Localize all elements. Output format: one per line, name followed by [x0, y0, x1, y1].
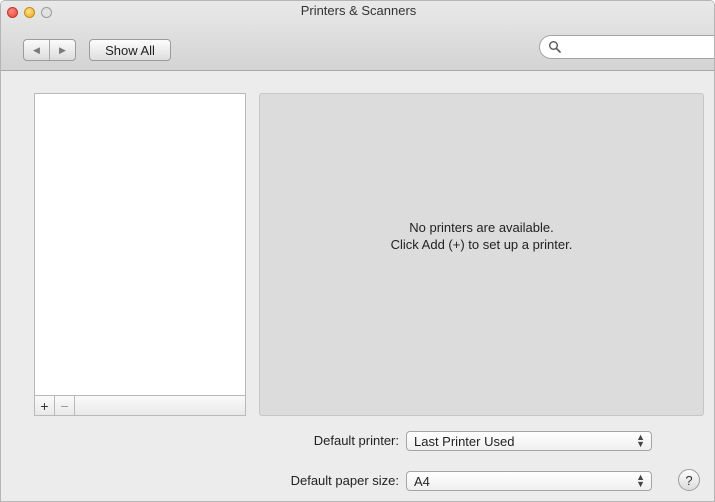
back-arrow-icon: ◀ — [33, 44, 40, 55]
magnifier-icon — [549, 41, 561, 53]
default-paper-size-select[interactable]: A4 ▲ ▼ — [406, 471, 652, 491]
forward-button[interactable]: ▶ — [49, 40, 75, 60]
help-button[interactable]: ? — [678, 469, 700, 491]
select-arrows-icon: ▲ ▼ — [636, 432, 645, 449]
default-paper-size-value: A4 — [414, 473, 430, 489]
default-printer-label: Default printer: — [313, 433, 399, 448]
printers-scanners-window: Printers & Scanners ◀ ▶ Show All + − No … — [0, 0, 715, 502]
add-printer-button[interactable]: + — [35, 396, 55, 415]
title-bar: Printers & Scanners ◀ ▶ Show All — [1, 1, 714, 71]
default-printer-value: Last Printer Used — [414, 433, 515, 449]
back-forward-control: ◀ ▶ — [23, 39, 76, 61]
search-input[interactable] — [564, 39, 714, 57]
show-all-button[interactable]: Show All — [89, 39, 171, 61]
search-field[interactable] — [539, 35, 714, 59]
default-printer-select[interactable]: Last Printer Used ▲ ▼ — [406, 431, 652, 451]
select-arrows-icon: ▲ ▼ — [636, 472, 645, 489]
back-button[interactable]: ◀ — [24, 40, 49, 60]
printer-list[interactable] — [34, 93, 246, 396]
empty-state-message: No printers are available. Click Add (+)… — [260, 219, 703, 253]
default-paper-size-label: Default paper size: — [290, 473, 399, 488]
remove-printer-button[interactable]: − — [55, 396, 75, 415]
window-title: Printers & Scanners — [300, 3, 417, 18]
empty-message-line-2: Click Add (+) to set up a printer. — [390, 237, 573, 252]
empty-message-line-1: No printers are available. — [409, 220, 554, 235]
forward-arrow-icon: ▶ — [59, 44, 66, 55]
printer-list-controls: + − — [34, 396, 246, 416]
printer-detail-panel: No printers are available. Click Add (+)… — [259, 93, 704, 416]
